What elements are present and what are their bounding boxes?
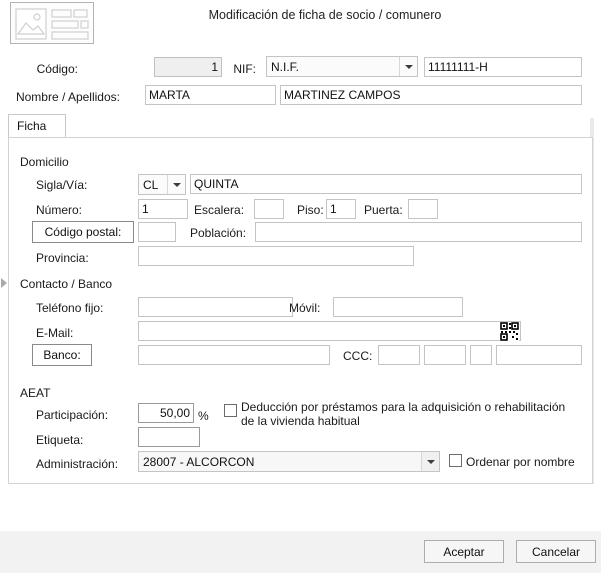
administracion-combo[interactable]: 28007 - ALCORCON bbox=[138, 451, 440, 472]
tabstrip: Ficha bbox=[8, 114, 593, 138]
email-input[interactable] bbox=[138, 321, 521, 341]
via-input[interactable] bbox=[190, 174, 582, 194]
dialog-header: Modificación de ficha de socio / comuner… bbox=[0, 0, 601, 46]
accept-button[interactable]: Aceptar bbox=[424, 540, 504, 563]
etiqueta-input[interactable] bbox=[138, 427, 200, 447]
movil-input[interactable] bbox=[333, 297, 463, 317]
poblacion-label: Población: bbox=[190, 226, 247, 240]
participacion-unit-label: % bbox=[198, 409, 209, 423]
form-photo-icon bbox=[10, 2, 94, 44]
email-label: E-Mail: bbox=[36, 326, 74, 340]
ccc-input-3[interactable] bbox=[470, 345, 492, 365]
banco-input[interactable] bbox=[138, 345, 330, 365]
ordenar-por-nombre-label[interactable]: Ordenar por nombre bbox=[466, 455, 575, 469]
administracion-label: Administración: bbox=[36, 457, 119, 471]
ccc-input-2[interactable] bbox=[424, 345, 466, 365]
provincia-label: Provincia: bbox=[36, 251, 89, 265]
banco-button[interactable]: Banco: bbox=[32, 344, 92, 366]
dialog-footer bbox=[0, 531, 601, 573]
chevron-down-icon[interactable] bbox=[399, 57, 417, 76]
expander-arrow-icon[interactable] bbox=[0, 277, 10, 289]
puerta-label: Puerta: bbox=[364, 203, 403, 217]
provincia-input[interactable] bbox=[138, 246, 414, 266]
participacion-input[interactable] bbox=[138, 403, 194, 423]
group-contacto-banco-label: Contacto / Banco bbox=[20, 277, 113, 291]
codigo-postal-input[interactable] bbox=[138, 222, 176, 242]
nif-type-value: N.I.F. bbox=[271, 60, 300, 74]
numero-label: Número: bbox=[36, 203, 83, 217]
sigla-via-label: Sigla/Vía: bbox=[36, 178, 88, 192]
ccc-input-4[interactable] bbox=[496, 345, 582, 365]
group-aeat-label: AEAT bbox=[20, 386, 51, 400]
chevron-down-icon[interactable] bbox=[167, 175, 185, 194]
qr-code-icon-glyph bbox=[500, 322, 519, 341]
codigo-postal-button[interactable]: Código postal: bbox=[32, 221, 134, 243]
sigla-via-value: CL bbox=[143, 178, 159, 192]
page-title: Modificación de ficha de socio / comuner… bbox=[208, 8, 442, 22]
puerta-input[interactable] bbox=[408, 199, 438, 219]
telefono-fijo-label: Teléfono fijo: bbox=[36, 301, 104, 315]
deduccion-checkbox-label[interactable]: Deducción por préstamos para la adquisic… bbox=[241, 400, 571, 428]
ccc-input-1[interactable] bbox=[378, 345, 420, 365]
form-photo-icon-glyph bbox=[15, 8, 89, 40]
cancel-button[interactable]: Cancelar bbox=[516, 540, 596, 563]
piso-input[interactable] bbox=[326, 199, 356, 219]
poblacion-input[interactable] bbox=[255, 222, 582, 242]
numero-input[interactable] bbox=[138, 199, 188, 219]
apellidos-input[interactable] bbox=[280, 85, 582, 105]
piso-label: Piso: bbox=[297, 203, 324, 217]
nif-type-combo[interactable]: N.I.F. bbox=[266, 56, 418, 77]
escalera-label: Escalera: bbox=[194, 203, 245, 217]
sigla-via-combo[interactable]: CL bbox=[138, 174, 186, 195]
nif-label: NIF: bbox=[233, 62, 256, 76]
nif-value-input[interactable] bbox=[424, 57, 582, 77]
tab-ficha[interactable]: Ficha bbox=[8, 114, 66, 138]
group-domicilio-label: Domicilio bbox=[20, 155, 69, 169]
ordenar-por-nombre-checkbox[interactable] bbox=[449, 454, 462, 467]
deduccion-checkbox[interactable] bbox=[224, 404, 237, 417]
telefono-fijo-input[interactable] bbox=[138, 297, 293, 317]
administracion-value: 28007 - ALCORCON bbox=[143, 455, 255, 469]
participacion-label: Participación: bbox=[36, 408, 109, 422]
escalera-input[interactable] bbox=[254, 199, 284, 219]
ccc-label: CCC: bbox=[343, 349, 373, 363]
nombre-input[interactable] bbox=[145, 85, 276, 105]
movil-label: Móvil: bbox=[289, 301, 321, 315]
qr-code-icon[interactable] bbox=[500, 322, 519, 341]
nombre-apellidos-label: Nombre / Apellidos: bbox=[15, 90, 120, 104]
etiqueta-label: Etiqueta: bbox=[36, 433, 84, 447]
chevron-down-icon[interactable] bbox=[421, 452, 439, 471]
codigo-label: Código: bbox=[36, 62, 78, 76]
